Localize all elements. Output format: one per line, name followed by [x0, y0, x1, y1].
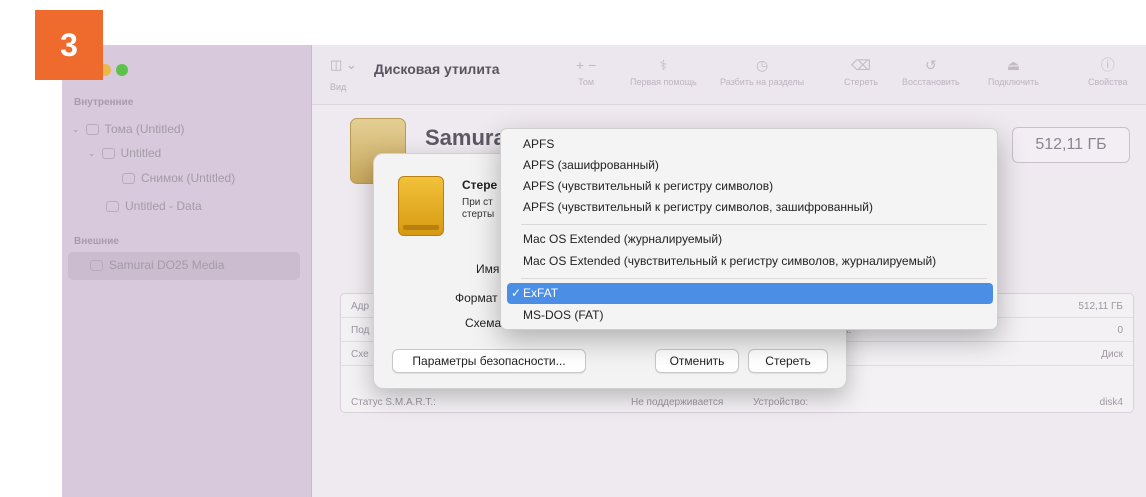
- menu-separator: [521, 224, 987, 225]
- sidebar-item-label: Untitled - Data: [125, 199, 202, 213]
- toolbar-erase-button[interactable]: ⌫ Стереть: [844, 55, 878, 87]
- menu-item-exfat[interactable]: ✓ ExFAT: [507, 283, 993, 304]
- view-label: Вид: [330, 82, 347, 92]
- sidebar-item-untitled[interactable]: ⌄ Untitled: [88, 146, 161, 160]
- sidebar-toggle-icon[interactable]: ◫ ⌄: [330, 57, 357, 73]
- sidebar-item-label: Тома (Untitled): [104, 122, 185, 136]
- toolbar-info-button[interactable]: ⓘ Свойства: [1088, 55, 1128, 87]
- volume-icon: [106, 200, 119, 212]
- first-aid-icon: ⚕: [659, 57, 668, 73]
- sidebar-item-label: Untitled: [120, 146, 162, 160]
- format-dropdown-menu: APFS APFS (зашифрованный) APFS (чувствит…: [500, 128, 998, 330]
- volume-icon: [101, 147, 115, 159]
- menu-item-mac-os-extended[interactable]: Mac OS Extended (журналируемый): [507, 229, 993, 250]
- partition-icon: ◷: [755, 57, 769, 73]
- dialog-title: Стере: [462, 178, 498, 192]
- menu-item-ms-dos-fat[interactable]: MS-DOS (FAT): [507, 305, 993, 326]
- menu-separator: [521, 278, 987, 279]
- sidebar-section-external: Внешние: [74, 236, 119, 247]
- menu-item-apfs-case-sensitive[interactable]: APFS (чувствительный к регистру символов…: [507, 176, 993, 197]
- security-options-button[interactable]: Параметры безопасности...: [392, 349, 586, 373]
- restore-icon: ↺: [924, 57, 937, 73]
- menu-item-apfs-case-sensitive-encrypted[interactable]: APFS (чувствительный к регистру символов…: [507, 197, 993, 218]
- zoom-button[interactable]: [116, 64, 128, 76]
- name-label: Имя: [476, 262, 500, 276]
- scheme-label: Схема: [465, 316, 502, 330]
- toolbar-restore-button[interactable]: ↺ Восстановить: [902, 55, 960, 87]
- toolbar-volume-button[interactable]: + − Том: [576, 55, 596, 87]
- cancel-button[interactable]: Отменить: [655, 349, 739, 373]
- sidebar-item-label: Снимок (Untitled): [141, 171, 236, 185]
- app-title: Дисковая утилита: [374, 61, 500, 77]
- info-icon: ⓘ: [1100, 57, 1115, 73]
- chevron-down-icon[interactable]: ⌄: [72, 124, 80, 135]
- table-row: Статус S.M.A.R.T.: Не поддерживается Уст…: [351, 397, 1123, 408]
- toolbar-first-aid-button[interactable]: ⚕ Первая помощь: [630, 55, 697, 87]
- sidebar-item-snapshot[interactable]: Снимок (Untitled): [122, 171, 235, 185]
- checkmark-icon: ✓: [511, 286, 522, 300]
- external-disk-icon: [90, 259, 103, 271]
- menu-item-apfs-encrypted[interactable]: APFS (зашифрованный): [507, 155, 993, 176]
- menu-item-mac-os-extended-case-sensitive[interactable]: Mac OS Extended (чувствительный к регист…: [507, 251, 993, 272]
- sidebar: Внутренние ⌄ Тома (Untitled) ⌄ Untitled …: [62, 45, 312, 497]
- sidebar-item-label: Samurai DO25 Media: [109, 258, 225, 272]
- sidebar-item-volumes[interactable]: ⌄ Тома (Untitled): [72, 122, 185, 136]
- sidebar-section-internal: Внутренние: [74, 97, 134, 108]
- menu-item-apfs[interactable]: APFS: [507, 134, 993, 155]
- toolbar-partition-button[interactable]: ◷ Разбить на разделы: [720, 55, 804, 87]
- plus-minus-icon: + −: [576, 57, 597, 73]
- sidebar-item-untitled-data[interactable]: Untitled - Data: [106, 199, 202, 213]
- external-disk-icon: [398, 176, 444, 236]
- disk-name: Samurai: [425, 125, 512, 150]
- screenshot: 3 Внутренние ⌄ Тома (Untitled) ⌄ Untitle…: [0, 0, 1146, 497]
- step-badge: 3: [35, 10, 103, 80]
- chevron-down-icon[interactable]: ⌄: [88, 148, 96, 159]
- erase-button[interactable]: Стереть: [748, 349, 828, 373]
- volume-icon: [122, 172, 135, 184]
- volume-icon: [85, 123, 99, 135]
- toolbar-mount-button[interactable]: ⏏ Подключить: [988, 55, 1039, 87]
- toolbar: ◫ ⌄ Вид Дисковая утилита + − Том ⚕ Перва…: [312, 45, 1146, 105]
- erase-icon: ⌫: [851, 57, 871, 73]
- mount-icon: ⏏: [1006, 57, 1021, 73]
- format-label: Формат: [455, 291, 498, 305]
- sidebar-item-samurai[interactable]: Samurai DO25 Media: [90, 258, 224, 272]
- disk-size-badge: 512,11 ГБ: [1012, 127, 1130, 163]
